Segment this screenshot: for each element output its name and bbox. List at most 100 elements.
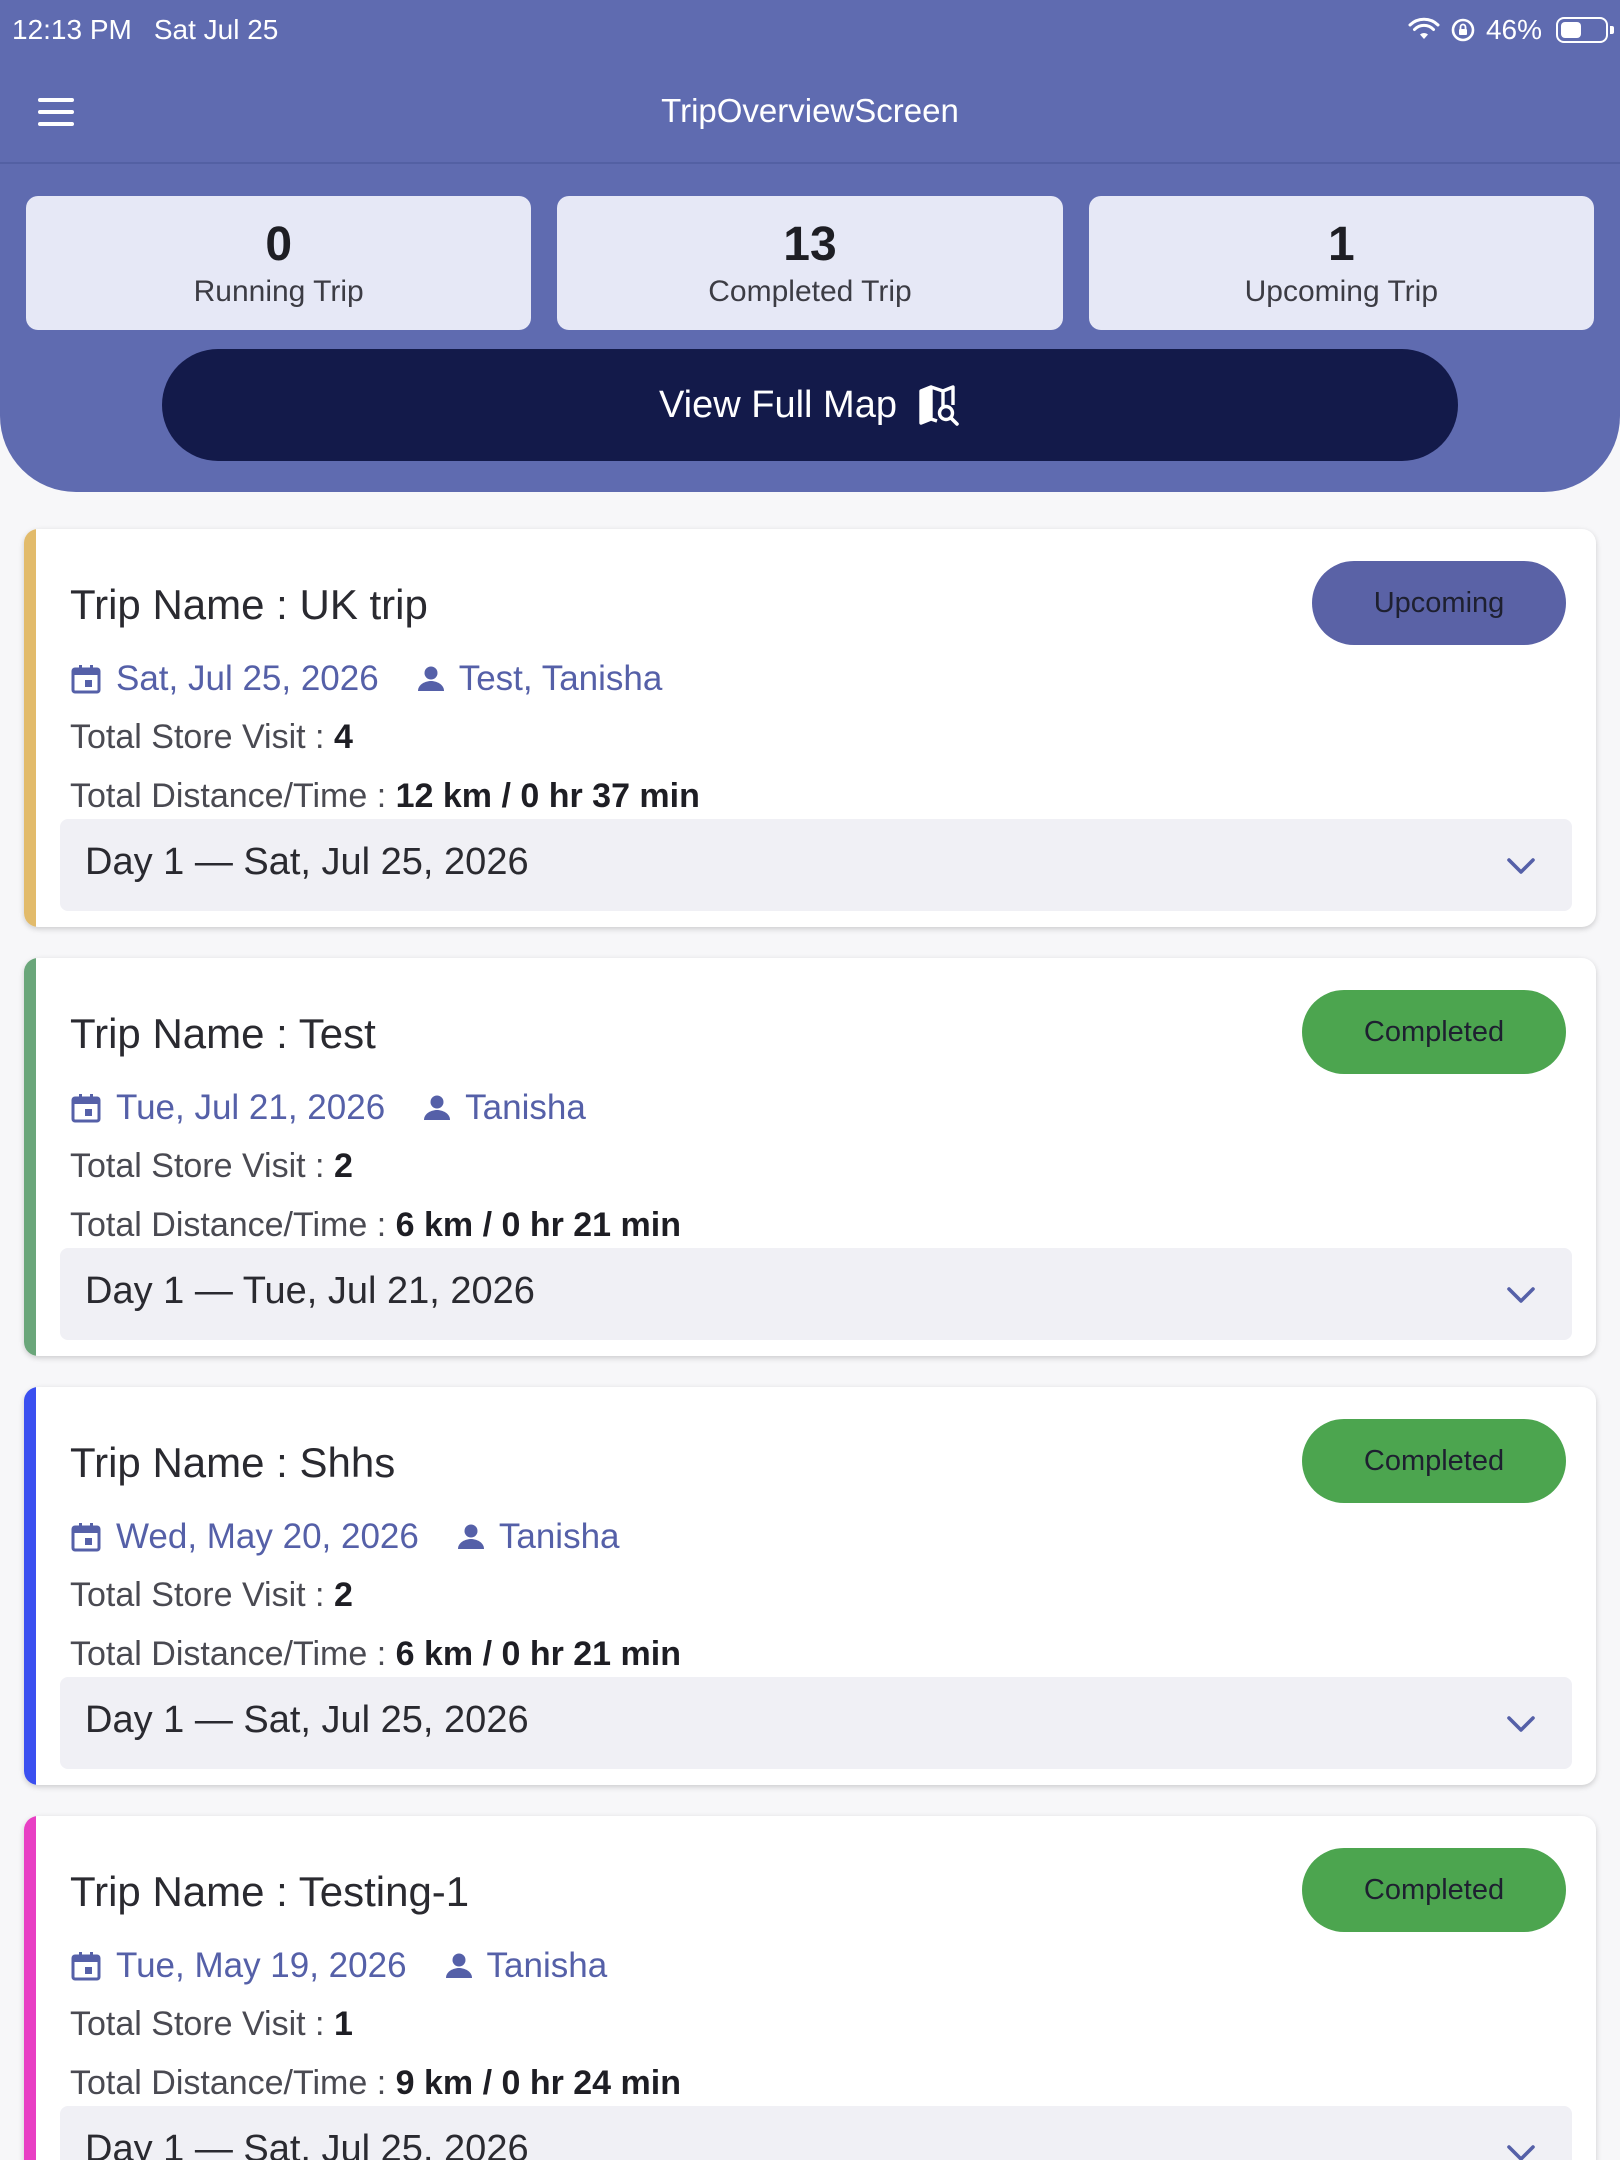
store-visit-label: Total Store Visit : [70, 718, 334, 756]
store-visit-label: Total Store Visit : [70, 2005, 334, 2043]
battery-icon [1556, 17, 1614, 43]
store-visit-value: 2 [333, 1147, 353, 1185]
app-screen: 12:13 PM Sat Jul 25 46% TripOverviewScre… [0, 0, 1620, 2160]
trip-name-value: Test [298, 1010, 376, 1057]
distance-time-label: Total Distance/Time : [70, 1635, 396, 1673]
app-title: TripOverviewScreen [661, 92, 959, 129]
trip-people: Tanisha [498, 1517, 620, 1556]
trip-people: Test, Tanisha [458, 659, 663, 698]
trip-meta: Tue, Jul 21, 2026 Tanisha [70, 1088, 586, 1128]
store-visit-label: Total Store Visit : [70, 1576, 334, 1614]
distance-time-label: Total Distance/Time : [70, 2064, 396, 2102]
wifi-icon [1408, 17, 1440, 39]
rotation-lock-icon [1451, 18, 1475, 42]
card-accent-bar [24, 529, 36, 927]
status-badge-upcoming: Upcoming [1312, 561, 1566, 645]
store-visit-line: Total Store Visit : 1 [70, 2005, 353, 2044]
calendar-icon [71, 1523, 101, 1552]
trip-people: Tanisha [486, 1946, 608, 1985]
trip-name-value: UK trip [299, 581, 428, 628]
distance-time-value: 9 km / 0 hr 24 min [395, 2064, 681, 2102]
chevron-down-icon [1507, 1716, 1535, 1732]
person-icon [417, 666, 444, 691]
day-expander[interactable]: Day 1 — Sat, Jul 25, 2026 [60, 1677, 1572, 1769]
map-search-icon [919, 385, 959, 426]
store-visit-value: 4 [333, 718, 353, 756]
day-label: Day 1 — Tue, Jul 21, 2026 [85, 1270, 535, 1312]
day-expander[interactable]: Day 1 — Tue, Jul 21, 2026 [60, 1248, 1572, 1340]
stat-label: Running Trip [193, 275, 364, 308]
status-left: 12:13 PM Sat Jul 25 [12, 14, 278, 46]
store-visit-label: Total Store Visit : [70, 1147, 334, 1185]
trip-name: Trip Name : Shhs [70, 1439, 395, 1487]
trip-name-prefix: Trip Name : [70, 1868, 299, 1915]
status-bar: 12:13 PM Sat Jul 25 46% [0, 0, 1620, 64]
trip-card-shhs[interactable]: Trip Name : Shhs Completed Wed, May 20, … [24, 1387, 1596, 1785]
distance-time-label: Total Distance/Time : [70, 1206, 396, 1244]
trip-people: Tanisha [465, 1088, 586, 1127]
status-date: Sat Jul 25 [153, 14, 279, 45]
trip-date: Wed, May 20, 2026 [116, 1517, 419, 1556]
chevron-down-icon [1507, 2145, 1535, 2160]
status-badge-completed: Completed [1302, 990, 1566, 1074]
person-icon [445, 1953, 472, 1978]
day-expander[interactable]: Day 1 — Sat, Jul 25, 2026 [60, 819, 1572, 911]
trip-name-prefix: Trip Name : [70, 581, 300, 628]
store-visit-value: 2 [333, 1576, 353, 1614]
distance-time-line: Total Distance/Time : 9 km / 0 hr 24 min [70, 2064, 681, 2103]
day-label: Day 1 — Sat, Jul 25, 2026 [85, 2128, 529, 2160]
distance-time-value: 6 km / 0 hr 21 min [395, 1206, 681, 1244]
stat-value: 1 [1327, 218, 1355, 271]
status-badge-completed: Completed [1302, 1848, 1566, 1932]
status-badge-completed: Completed [1302, 1419, 1566, 1503]
person-icon [457, 1524, 484, 1549]
status-time: 12:13 PM [12, 14, 132, 45]
trip-name-value: Shhs [299, 1439, 396, 1486]
trip-card-uk-trip[interactable]: Trip Name : UK trip Upcoming Sat, Jul 25… [24, 529, 1596, 927]
trip-meta: Wed, May 20, 2026 Tanisha [70, 1517, 620, 1557]
stat-upcoming-trip[interactable]: 1 Upcoming Trip [1088, 196, 1594, 330]
battery-level [1561, 22, 1581, 38]
trip-card-test[interactable]: Trip Name : Test Completed Tue, Jul 21, … [24, 958, 1596, 1356]
stat-label: Upcoming Trip [1244, 275, 1439, 308]
stat-value: 13 [783, 218, 837, 271]
distance-time-line: Total Distance/Time : 6 km / 0 hr 21 min [70, 1206, 681, 1245]
store-visit-line: Total Store Visit : 4 [70, 718, 353, 757]
card-accent-bar [24, 1387, 36, 1785]
card-accent-bar [24, 1816, 36, 2160]
store-visit-line: Total Store Visit : 2 [70, 1147, 353, 1186]
day-label: Day 1 — Sat, Jul 25, 2026 [85, 1699, 529, 1741]
distance-time-line: Total Distance/Time : 6 km / 0 hr 21 min [70, 1635, 681, 1674]
day-expander[interactable]: Day 1 — Sat, Jul 25, 2026 [60, 2106, 1572, 2160]
stat-label: Completed Trip [708, 275, 912, 308]
store-visit-line: Total Store Visit : 2 [70, 1576, 353, 1615]
trip-name: Trip Name : Test [70, 1010, 376, 1058]
trip-name: Trip Name : Testing-1 [70, 1868, 469, 1916]
distance-time-label: Total Distance/Time : [70, 777, 396, 815]
battery-percent: 46% [1485, 14, 1542, 45]
distance-time-value: 6 km / 0 hr 21 min [395, 1635, 681, 1673]
person-icon [424, 1095, 451, 1120]
trip-name-prefix: Trip Name : [70, 1439, 300, 1486]
trip-meta: Sat, Jul 25, 2026 Test, Tanisha [70, 659, 662, 699]
view-full-map-button[interactable]: View Full Map [162, 349, 1458, 461]
calendar-icon [71, 1952, 101, 1981]
stat-running-trip[interactable]: 0 Running Trip [26, 196, 532, 330]
trip-meta: Tue, May 19, 2026 Tanisha [70, 1946, 607, 1986]
distance-time-line: Total Distance/Time : 12 km / 0 hr 37 mi… [70, 777, 700, 816]
chevron-down-icon [1507, 1287, 1535, 1303]
distance-time-value: 12 km / 0 hr 37 min [395, 777, 700, 815]
trip-date: Tue, Jul 21, 2026 [116, 1088, 386, 1127]
card-accent-bar [24, 958, 36, 1356]
trip-card-testing-1[interactable]: Trip Name : Testing-1 Completed Tue, May… [24, 1816, 1596, 2160]
store-visit-value: 1 [333, 2005, 353, 2043]
calendar-icon [71, 665, 101, 694]
header: 12:13 PM Sat Jul 25 46% TripOverviewScre… [0, 0, 1620, 492]
calendar-icon [71, 1094, 101, 1123]
trip-date: Sat, Jul 25, 2026 [116, 659, 379, 698]
stats-row: 0 Running Trip 13 Completed Trip 1 Upcom… [26, 196, 1594, 330]
stat-value: 0 [265, 218, 293, 271]
stat-completed-trip[interactable]: 13 Completed Trip [557, 196, 1063, 330]
view-full-map-label: View Full Map [659, 383, 897, 426]
trip-name-prefix: Trip Name : [70, 1010, 299, 1057]
